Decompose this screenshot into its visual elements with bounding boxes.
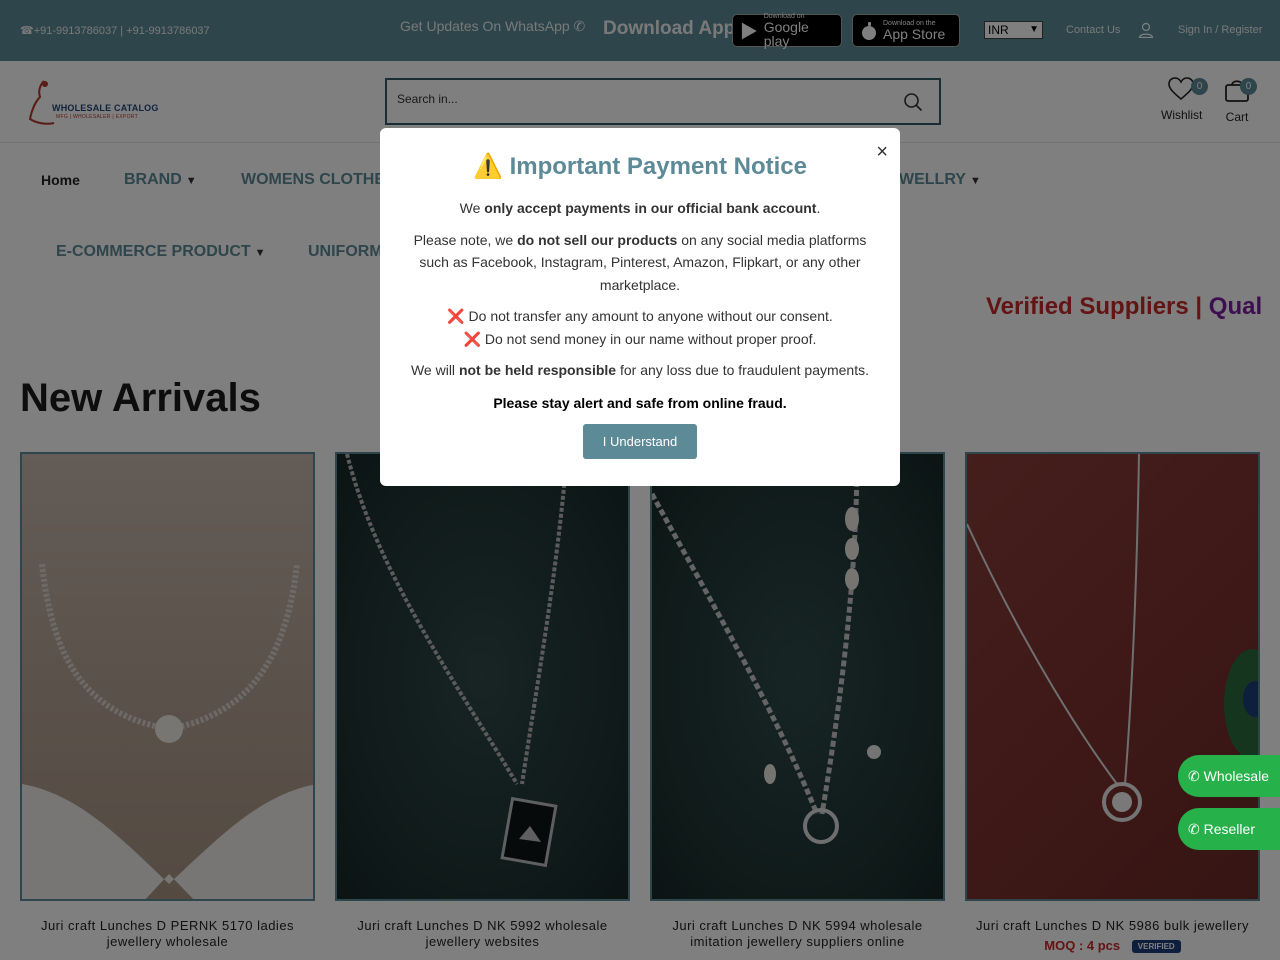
p4-bold: not be held responsible bbox=[458, 362, 617, 378]
modal-title: ⚠️ Important Payment Notice bbox=[473, 153, 807, 180]
whatsapp-wholesale-button[interactable]: ✆ Wholesale bbox=[1178, 755, 1280, 797]
p2-pre: Please note, we bbox=[413, 231, 518, 248]
modal-paragraph-responsibility: We will not be held responsible for any … bbox=[380, 359, 900, 382]
payment-notice-modal: × ⚠️ Important Payment Notice We only ac… bbox=[380, 128, 900, 486]
p4-post: for any loss due to fraudulent payments. bbox=[616, 362, 870, 378]
modal-alert: Please stay alert and safe from online f… bbox=[493, 394, 787, 411]
modal-paragraph-official-account: We only accept payments in our official … bbox=[380, 197, 900, 220]
whatsapp-reseller-button[interactable]: ✆ Reseller bbox=[1178, 808, 1280, 850]
cross-mark-icon: ❌ bbox=[447, 308, 465, 324]
p4-pre: We will bbox=[410, 362, 459, 378]
warning-1: Do not transfer any amount to anyone wit… bbox=[468, 308, 833, 324]
p1-bold: only accept payments in our official ban… bbox=[484, 200, 817, 216]
whatsapp-icon: ✆ bbox=[1188, 768, 1200, 784]
p1-post: . bbox=[816, 200, 821, 216]
close-icon[interactable]: × bbox=[876, 142, 888, 162]
reseller-label: Reseller bbox=[1203, 821, 1255, 837]
whatsapp-icon: ✆ bbox=[1188, 821, 1200, 837]
modal-paragraph-no-social: Please note, we do not sell our products… bbox=[380, 229, 900, 297]
warning-2: Do not send money in our name without pr… bbox=[484, 330, 817, 347]
modal-warnings: ❌ Do not transfer any amount to anyone w… bbox=[380, 305, 900, 350]
p2-bold: do not sell our products bbox=[517, 231, 678, 248]
wholesale-label: Wholesale bbox=[1203, 768, 1269, 784]
p1-pre: We bbox=[459, 200, 485, 216]
cross-mark-icon: ❌ bbox=[463, 330, 481, 347]
i-understand-button[interactable]: I Understand bbox=[582, 424, 698, 459]
